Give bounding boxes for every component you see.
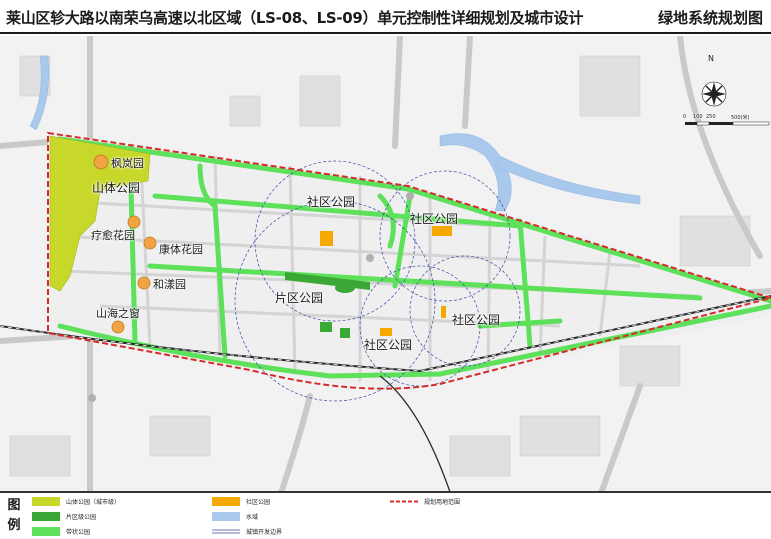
legend-item-growth-boundary: 城镇开发边界 [212, 527, 282, 536]
label-shequ-3: 社区公园 [452, 313, 501, 327]
legend-label-district-park: 片区级公园 [66, 514, 97, 521]
legend-label-mountain-park: 山体公园（城市级） [66, 499, 121, 506]
legend-swatch-district-park [32, 512, 60, 521]
legend-swatch-planning-boundary [390, 500, 418, 503]
scale-bar [685, 121, 770, 126]
legend-label-belt-park: 带状公园 [66, 529, 91, 536]
legend-swatch-community-park [212, 497, 240, 506]
label-shequ-4: 社区公园 [364, 338, 413, 352]
legend-item-water: 水域 [212, 512, 258, 521]
scale-tick-0: 0 [683, 114, 687, 120]
map-title: 莱山区轸大路以南荣乌高速以北区域（LS-08、LS-09）单元控制性详细规划及城… [6, 9, 584, 27]
legend-item-planning-boundary: 规划用地范围 [390, 497, 460, 506]
map-graphics [0, 36, 771, 491]
map-canvas[interactable]: N 0 100 250 500(米) 枫岚园 山体公园 疗愈花园 康体花园 和漾… [0, 36, 771, 492]
legend-label-community-park: 社区公园 [246, 499, 271, 506]
legend-swatch-mountain-park [32, 497, 60, 506]
legend-title: 图例 [7, 498, 21, 533]
label-shanhai: 山海之窗 [96, 307, 140, 320]
legend: 图例 山体公园（城市级） 社区公园 规划用地范围 片区级公园 水域 带状公园 城… [0, 492, 771, 539]
label-fenglan: 枫岚园 [111, 157, 144, 170]
label-shequ-2: 社区公园 [410, 212, 459, 226]
scale-tick-250: 250 [706, 114, 716, 120]
legend-swatch-water [212, 512, 240, 521]
legend-label-planning-boundary: 规划用地范围 [424, 499, 461, 506]
legend-item-community-park: 社区公园 [212, 497, 270, 506]
legend-item-belt-park: 带状公园 [32, 527, 90, 536]
legend-item-mountain-park: 山体公园（城市级） [32, 497, 120, 506]
north-label: N [708, 54, 714, 63]
label-heyang: 和漾园 [153, 278, 186, 291]
title-bar: 莱山区轸大路以南荣乌高速以北区域（LS-08、LS-09）单元控制性详细规划及城… [0, 0, 771, 34]
label-kangti: 康体花园 [159, 243, 203, 256]
north-arrow [701, 81, 727, 107]
scale-tick-500: 500(米) [731, 115, 750, 121]
legend-swatch-belt-park [32, 527, 60, 536]
legend-label-water: 水域 [246, 514, 259, 521]
label-shanti: 山体公园 [92, 181, 141, 195]
label-liaoyu: 疗愈花园 [91, 229, 135, 242]
scale-tick-100: 100 [693, 114, 703, 120]
map-subtitle: 绿地系统规划图 [657, 9, 763, 27]
legend-swatch-growth-boundary [212, 529, 240, 534]
label-shequ-1: 社区公园 [307, 195, 356, 209]
label-pianqu: 片区公园 [275, 291, 324, 305]
legend-item-district-park: 片区级公园 [32, 512, 96, 521]
legend-label-growth-boundary: 城镇开发边界 [246, 529, 283, 536]
